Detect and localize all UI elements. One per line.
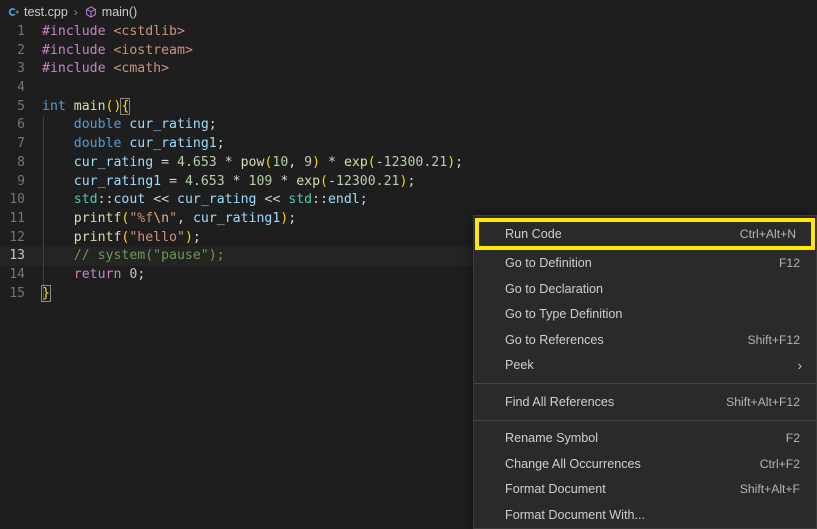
line-number: 8 bbox=[17, 154, 25, 170]
menu-item-label: Peek bbox=[505, 358, 534, 373]
breadcrumb-item-symbol[interactable]: main() bbox=[84, 5, 137, 19]
menu-item-label: Go to References bbox=[505, 332, 604, 347]
line-number: 10 bbox=[9, 192, 25, 208]
menu-item-run-code[interactable]: Run Code Ctrl+Alt+N bbox=[475, 218, 815, 250]
line-content: double cur_rating; bbox=[73, 117, 217, 133]
menu-item-find-all-references[interactable]: Find All References Shift+Alt+F12 bbox=[474, 389, 816, 415]
line-content: int main(){ bbox=[42, 97, 131, 115]
menu-item-peek[interactable]: Peek › bbox=[474, 353, 816, 379]
menu-item-keybinding: Shift+Alt+F bbox=[739, 482, 800, 497]
menu-item-label: Go to Type Definition bbox=[505, 307, 623, 322]
menu-item-go-to-references[interactable]: Go to References Shift+F12 bbox=[474, 327, 816, 353]
menu-item-go-to-definition[interactable]: Go to Definition F12 bbox=[474, 251, 816, 277]
line-content: #include <iostream> bbox=[42, 42, 193, 58]
code-line[interactable]: 3 #include <cmath> bbox=[0, 60, 817, 79]
line-number: 1 bbox=[17, 24, 25, 39]
menu-item-label: Format Document bbox=[505, 482, 606, 497]
menu-item-format-document-with[interactable]: Format Document With... bbox=[474, 502, 816, 528]
code-line[interactable]: 6 double cur_rating; bbox=[0, 116, 817, 136]
code-line[interactable]: 10 std::cout << cur_rating << std::endl; bbox=[0, 191, 817, 210]
line-content: std::cout << cur_rating << std::endl; bbox=[73, 192, 368, 208]
line-content: cur_rating = 4.653 * pow(10, 9) * exp(-1… bbox=[73, 154, 464, 170]
line-number: 12 bbox=[9, 229, 25, 245]
menu-item-keybinding: Ctrl+Alt+N bbox=[739, 226, 796, 241]
line-number: 9 bbox=[17, 173, 25, 189]
line-content: printf("hello"); bbox=[73, 229, 201, 245]
menu-item-keybinding: F2 bbox=[785, 431, 800, 446]
code-line[interactable]: 8 cur_rating = 4.653 * pow(10, 9) * exp(… bbox=[0, 153, 817, 173]
line-number: 2 bbox=[17, 42, 25, 58]
menu-item-go-to-type-definition[interactable]: Go to Type Definition bbox=[474, 302, 816, 328]
breadcrumb-separator: › bbox=[73, 4, 78, 19]
line-number: 3 bbox=[17, 61, 25, 77]
breadcrumb-file-label: test.cpp bbox=[24, 4, 68, 19]
line-number: 15 bbox=[9, 285, 25, 301]
line-number: 4 bbox=[17, 80, 25, 96]
line-number: 6 bbox=[17, 117, 25, 133]
menu-item-label: Find All References bbox=[505, 394, 615, 409]
code-line[interactable]: 9 cur_rating1 = 4.653 * 109 * exp(-12300… bbox=[0, 172, 817, 192]
menu-separator bbox=[474, 383, 816, 384]
line-content: cur_rating1 = 4.653 * 109 * exp(-12300.2… bbox=[73, 173, 416, 189]
menu-item-keybinding: Shift+Alt+F12 bbox=[726, 394, 800, 409]
menu-item-keybinding: Ctrl+F2 bbox=[759, 456, 800, 471]
breadcrumb: test.cpp › main() bbox=[0, 0, 817, 23]
menu-item-label: Go to Declaration bbox=[505, 281, 604, 296]
menu-item-label: Format Document With... bbox=[505, 507, 645, 522]
menu-item-label: Change All Occurrences bbox=[505, 456, 641, 471]
code-line[interactable]: 4 bbox=[0, 79, 817, 98]
code-line[interactable]: 5 int main(){ bbox=[0, 97, 817, 117]
code-line[interactable]: 2 #include <iostream> bbox=[0, 42, 817, 61]
line-number: 11 bbox=[9, 210, 25, 226]
line-number: 13 bbox=[9, 248, 25, 264]
chevron-right-icon: › bbox=[797, 357, 802, 373]
line-content: } bbox=[41, 284, 51, 302]
menu-item-go-to-declaration[interactable]: Go to Declaration bbox=[474, 276, 816, 302]
line-content: printf("%f\n", cur_rating1); bbox=[73, 210, 297, 226]
menu-item-label: Run Code bbox=[505, 226, 562, 241]
line-content: #include <cstdlib> bbox=[42, 24, 185, 39]
menu-item-rename-symbol[interactable]: Rename Symbol F2 bbox=[474, 426, 816, 452]
menu-item-change-all-occurrences[interactable]: Change All Occurrences Ctrl+F2 bbox=[474, 451, 816, 477]
menu-item-keybinding: F12 bbox=[778, 256, 800, 271]
code-line[interactable]: 7 double cur_rating1; bbox=[0, 135, 817, 154]
menu-item-format-document[interactable]: Format Document Shift+Alt+F bbox=[474, 477, 816, 503]
symbol-method-icon bbox=[84, 5, 98, 19]
editor-context-menu[interactable]: Run Code Ctrl+Alt+N Go to Definition F12… bbox=[473, 215, 817, 529]
breadcrumb-item-file[interactable]: test.cpp bbox=[6, 5, 68, 19]
menu-item-label: Rename Symbol bbox=[505, 431, 599, 446]
menu-separator bbox=[474, 419, 816, 421]
line-content: double cur_rating1; bbox=[73, 136, 225, 152]
line-number: 5 bbox=[17, 98, 25, 114]
line-content: return 0; bbox=[73, 266, 146, 282]
menu-item-label: Go to Definition bbox=[505, 256, 592, 271]
line-content: // system("pause"); bbox=[42, 248, 225, 264]
breadcrumb-symbol-label: main() bbox=[101, 4, 138, 19]
code-line[interactable]: 1 #include <cstdlib> bbox=[0, 23, 817, 42]
cpp-file-icon bbox=[6, 5, 20, 19]
line-content: #include <cmath> bbox=[42, 61, 170, 77]
menu-item-keybinding: Shift+F12 bbox=[747, 332, 800, 347]
line-number: 7 bbox=[17, 136, 25, 152]
line-number: 14 bbox=[9, 266, 25, 282]
